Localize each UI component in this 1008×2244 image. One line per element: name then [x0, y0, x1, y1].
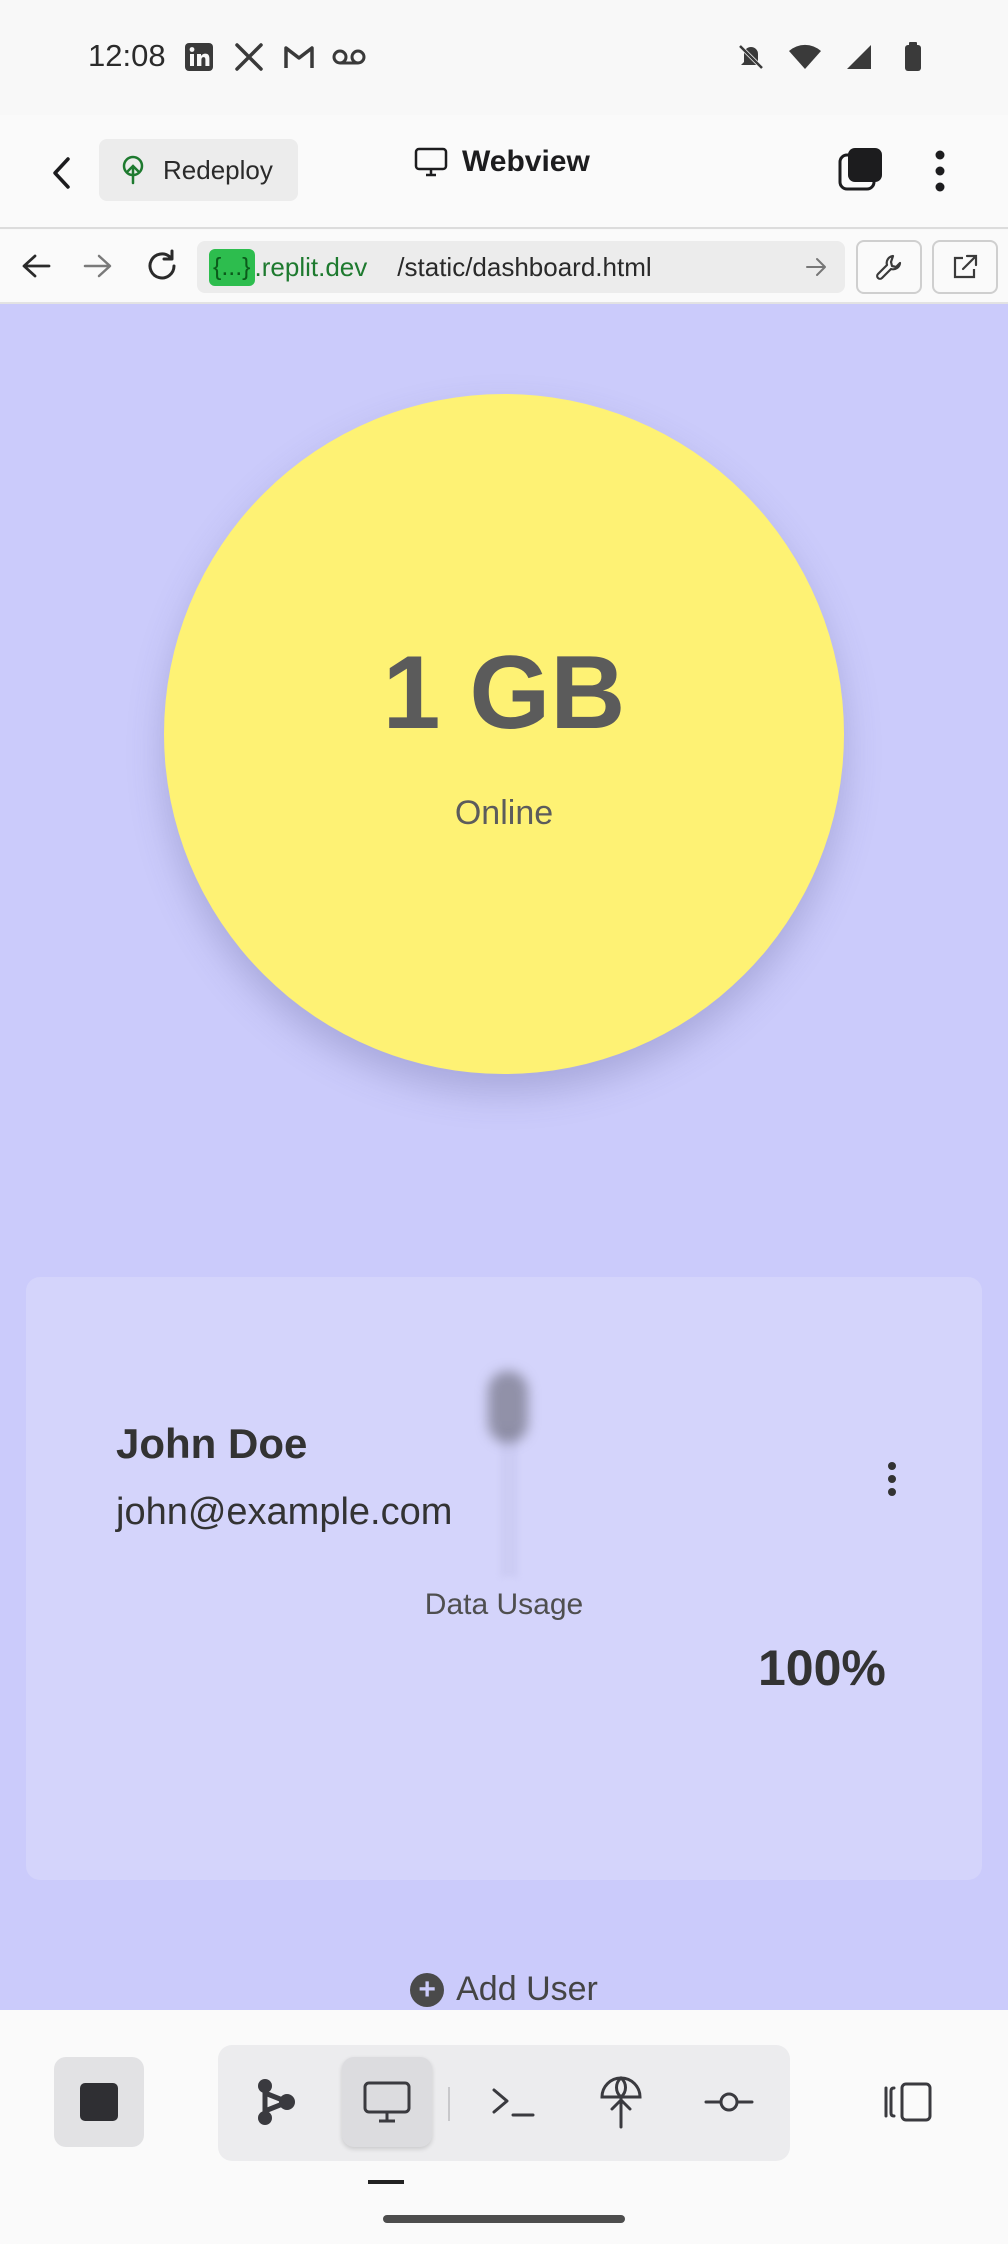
deploy-icon: [122, 155, 144, 185]
wifi-icon: [788, 40, 822, 74]
tabs-icon: [838, 148, 882, 191]
system-icons: [734, 40, 930, 74]
deploy-icon: [600, 2076, 642, 2129]
shell-tool-button[interactable]: [468, 2057, 558, 2147]
browser-forward-button[interactable]: [76, 244, 120, 288]
voicemail-icon: [332, 40, 366, 74]
mute-icon: [734, 40, 768, 74]
tool-group: [218, 2045, 790, 2161]
go-arrow-icon[interactable]: [803, 253, 831, 281]
app-header: Redeploy Webview: [0, 115, 1008, 229]
add-user-label: Add User: [456, 1970, 598, 2008]
x-icon: [232, 40, 266, 74]
graph-icon: [258, 2079, 295, 2125]
domain-chip: {...}: [209, 248, 255, 286]
user-menu-button[interactable]: [874, 1457, 910, 1501]
status-bar: 12:08: [0, 0, 1008, 115]
user-email: john@example.com: [116, 1491, 453, 1533]
tabs-button[interactable]: [836, 145, 886, 195]
external-link-icon: [953, 254, 978, 279]
url-domain: .replit.dev: [254, 251, 368, 282]
open-external-button[interactable]: [932, 240, 998, 294]
reload-button[interactable]: [140, 244, 184, 288]
data-usage-percent: 100%: [758, 1640, 886, 1696]
git-commit-icon: [704, 2092, 754, 2112]
usage-value: 1 GB: [382, 635, 626, 751]
more-vertical-icon: [935, 150, 945, 192]
stop-button[interactable]: [54, 2057, 144, 2147]
page-title-text: Webview: [462, 145, 590, 178]
chevron-left-icon: [53, 157, 70, 189]
user-name: John Doe: [116, 1420, 308, 1467]
url-field[interactable]: {...} .replit.dev /static/dashboard.html: [197, 241, 845, 293]
home-indicator[interactable]: [383, 2215, 625, 2223]
panel-icon: [884, 2082, 932, 2122]
arrow-right-icon: [83, 254, 112, 278]
gmail-icon: [282, 40, 316, 74]
panels-button[interactable]: [862, 2057, 952, 2147]
notification-icons: [182, 40, 366, 74]
graph-tool-button[interactable]: [232, 2057, 322, 2147]
webview-icon: [363, 2081, 411, 2123]
usage-bar-track: [500, 1427, 518, 1577]
linkedin-icon: [182, 40, 216, 74]
git-tool-button[interactable]: [684, 2057, 774, 2147]
devtools-button[interactable]: [856, 240, 922, 294]
more-options-button[interactable]: [920, 143, 960, 199]
url-bar: {...} .replit.dev /static/dashboard.html: [0, 230, 1008, 304]
add-user-button[interactable]: + Add User: [0, 1970, 1008, 2009]
stop-icon: [80, 2083, 118, 2121]
webview-content: 1 GB Online John Doe john@example.com Da…: [0, 304, 1008, 2010]
active-tool-indicator: [368, 2180, 404, 2184]
usage-circle: 1 GB Online: [164, 394, 844, 1074]
url-path: /static/dashboard.html: [397, 251, 652, 282]
usage-bar-handle: [488, 1371, 528, 1443]
deploy-tool-button[interactable]: [576, 2057, 666, 2147]
shell-icon: [492, 2088, 535, 2117]
arrow-left-icon: [22, 254, 51, 278]
more-vertical-icon: [888, 1462, 896, 1496]
redeploy-label: Redeploy: [163, 154, 273, 185]
wrench-icon: [876, 254, 902, 280]
page-title: Webview: [414, 145, 590, 179]
user-card: John Doe john@example.com Data Usage 100…: [26, 1277, 982, 1880]
reload-icon: [148, 249, 176, 280]
browser-back-button[interactable]: [14, 244, 58, 288]
status-time: 12:08: [88, 38, 166, 73]
battery-icon: [896, 40, 930, 74]
data-usage-label: Data Usage: [424, 1588, 584, 1621]
redeploy-button[interactable]: Redeploy: [99, 139, 298, 201]
back-button[interactable]: [40, 151, 84, 195]
usage-status: Online: [454, 794, 554, 832]
plus-circle-icon: +: [410, 1972, 445, 2007]
bottom-toolbar: [0, 2010, 1008, 2244]
monitor-icon: [414, 147, 448, 177]
toolbar-divider: [448, 2087, 450, 2121]
signal-icon: [842, 40, 876, 74]
webview-tool-button[interactable]: [342, 2057, 432, 2147]
